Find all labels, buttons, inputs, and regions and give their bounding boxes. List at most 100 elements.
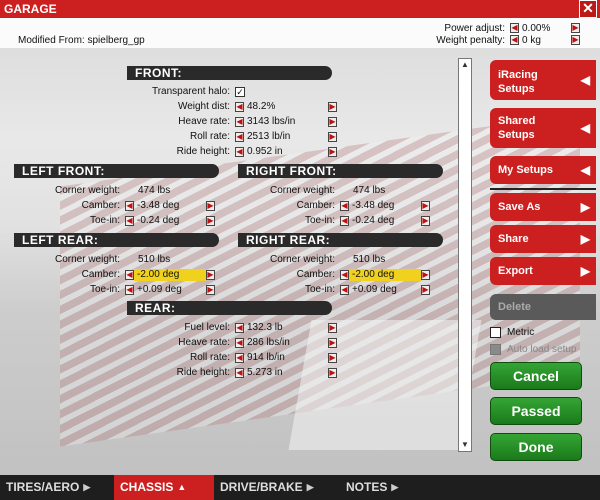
save-as-arrow-icon: ▶ <box>580 200 590 214</box>
rear-roll-rate-label: Roll rate: <box>189 352 230 363</box>
tab-chassis-arrow-icon: ▲ <box>177 482 187 492</box>
rf-camber-decrease-icon[interactable]: ◀ <box>340 200 349 211</box>
lf-camber-row: Camber: ◀ -3.48 deg ▶ <box>10 199 215 212</box>
front-ride-height-label: Ride height: <box>176 146 230 157</box>
my-setups-arrow-icon: ◀ <box>580 163 590 177</box>
weight-penalty-decrease-icon[interactable]: ◀ <box>510 35 519 45</box>
power-adjust-decrease-icon[interactable]: ◀ <box>510 23 519 33</box>
rf-toe-in-increase-icon[interactable]: ▶ <box>421 215 430 226</box>
my-setups-button[interactable]: My Setups ◀ <box>490 156 596 184</box>
setup-scrollbar[interactable]: ▲ ▼ <box>458 58 472 452</box>
front-heave-rate-row: Heave rate: ◀ 3143 lbs/in ▶ <box>120 115 337 128</box>
share-label: Share <box>498 233 529 245</box>
tab-notes[interactable]: NOTES ▶ <box>340 475 422 500</box>
tab-tires-aero-arrow-icon: ▶ <box>83 482 91 492</box>
rear-ride-height-decrease-icon[interactable]: ◀ <box>235 367 244 378</box>
right-rear-header: RIGHT REAR: <box>238 233 443 247</box>
close-button[interactable]: ✕ <box>579 0 597 18</box>
tab-tires-aero[interactable]: TIRES/AERO ▶ <box>0 475 114 500</box>
tab-chassis[interactable]: CHASSIS ▲ <box>114 475 214 500</box>
transparent-halo-row: Transparent halo: ✓ <box>120 85 245 98</box>
rear-heave-rate-value: 286 lbs/in <box>247 336 290 348</box>
lr-camber-label: Camber: <box>81 269 120 280</box>
rear-heave-rate-label: Heave rate: <box>178 337 230 348</box>
front-header: FRONT: <box>127 66 332 80</box>
lr-camber-value: -2.00 deg <box>134 268 206 281</box>
front-heave-rate-decrease-icon[interactable]: ◀ <box>235 116 244 127</box>
rear-heave-rate-increase-icon[interactable]: ▶ <box>328 337 337 348</box>
fuel-level-increase-icon[interactable]: ▶ <box>328 322 337 333</box>
cancel-button[interactable]: Cancel <box>490 362 582 390</box>
rf-camber-row: Camber: ◀ -3.48 deg ▶ <box>225 199 430 212</box>
rr-camber-row: Camber: ◀ -2.00 deg ▶ <box>225 268 430 281</box>
front-heave-rate-label: Heave rate: <box>178 116 230 127</box>
lf-toe-in-increase-icon[interactable]: ▶ <box>206 215 215 226</box>
fuel-level-label: Fuel level: <box>184 322 230 333</box>
rr-camber-decrease-icon[interactable]: ◀ <box>340 269 349 280</box>
rr-toe-in-increase-icon[interactable]: ▶ <box>421 284 430 295</box>
rf-camber-increase-icon[interactable]: ▶ <box>421 200 430 211</box>
lf-corner-weight-row: Corner weight: 474 lbs <box>10 184 173 197</box>
share-button[interactable]: Share ▶ <box>490 225 596 253</box>
front-heave-rate-increase-icon[interactable]: ▶ <box>328 116 337 127</box>
passed-button[interactable]: Passed <box>490 397 582 425</box>
rf-toe-in-row: Toe-in: ◀ -0.24 deg ▶ <box>225 214 430 227</box>
lr-camber-decrease-icon[interactable]: ◀ <box>125 269 134 280</box>
weight-penalty-increase-icon[interactable]: ▶ <box>571 35 580 45</box>
car-adjustments: Power adjust: ◀ 0.00% ▶ Weight penalty: … <box>395 22 580 46</box>
metric-checkbox[interactable] <box>490 327 501 338</box>
scroll-up-icon[interactable]: ▲ <box>459 59 471 71</box>
left-front-header: LEFT FRONT: <box>14 164 219 178</box>
rf-camber-value: -3.48 deg <box>352 199 395 211</box>
weight-dist-increase-icon[interactable]: ▶ <box>328 101 337 112</box>
export-button[interactable]: Export ▶ <box>490 257 596 285</box>
rear-ride-height-value: 5.273 in <box>247 366 283 378</box>
front-ride-height-increase-icon[interactable]: ▶ <box>328 146 337 157</box>
rr-toe-in-decrease-icon[interactable]: ◀ <box>340 284 349 295</box>
lr-camber-increase-icon[interactable]: ▶ <box>206 269 215 280</box>
transparent-halo-label: Transparent halo: <box>151 86 230 97</box>
front-roll-rate-decrease-icon[interactable]: ◀ <box>235 131 244 142</box>
front-ride-height-value: 0.952 in <box>247 145 283 157</box>
fuel-level-decrease-icon[interactable]: ◀ <box>235 322 244 333</box>
done-button[interactable]: Done <box>490 433 582 461</box>
tab-drive-brake-arrow-icon: ▶ <box>306 482 314 492</box>
rf-camber-label: Camber: <box>296 200 335 211</box>
save-as-button[interactable]: Save As ▶ <box>490 193 596 221</box>
lr-corner-weight-row: Corner weight: 510 lbs <box>10 253 173 266</box>
export-label: Export <box>498 265 533 277</box>
weight-dist-value: 48.2% <box>247 100 276 112</box>
rr-camber-value: -2.00 deg <box>349 268 421 281</box>
tab-drive-brake-label: DRIVE/BRAKE <box>220 480 303 494</box>
lf-camber-increase-icon[interactable]: ▶ <box>206 200 215 211</box>
delete-label: Delete <box>498 301 532 313</box>
lr-toe-in-decrease-icon[interactable]: ◀ <box>125 284 134 295</box>
rr-camber-increase-icon[interactable]: ▶ <box>421 269 430 280</box>
rr-corner-weight-label: Corner weight: <box>269 254 335 265</box>
power-adjust-increase-icon[interactable]: ▶ <box>571 23 580 33</box>
lr-toe-in-increase-icon[interactable]: ▶ <box>206 284 215 295</box>
iracing-setups-button[interactable]: iRacing Setups ◀ <box>490 60 596 100</box>
scroll-down-icon[interactable]: ▼ <box>459 439 471 451</box>
rr-corner-weight-value: 510 lbs <box>353 253 386 265</box>
tab-drive-brake[interactable]: DRIVE/BRAKE ▶ <box>214 475 340 500</box>
lf-toe-in-decrease-icon[interactable]: ◀ <box>125 215 134 226</box>
rear-heave-rate-decrease-icon[interactable]: ◀ <box>235 337 244 348</box>
tab-notes-arrow-icon: ▶ <box>391 482 399 492</box>
front-roll-rate-label: Roll rate: <box>189 131 230 142</box>
transparent-halo-checkbox[interactable]: ✓ <box>235 86 245 97</box>
front-roll-rate-row: Roll rate: ◀ 2513 lb/in ▶ <box>120 130 337 143</box>
front-roll-rate-increase-icon[interactable]: ▶ <box>328 131 337 142</box>
metric-option[interactable]: Metric <box>490 327 534 338</box>
rf-corner-weight-label: Corner weight: <box>269 185 335 196</box>
lf-camber-decrease-icon[interactable]: ◀ <box>125 200 134 211</box>
rear-ride-height-increase-icon[interactable]: ▶ <box>328 367 337 378</box>
front-ride-height-decrease-icon[interactable]: ◀ <box>235 146 244 157</box>
rear-roll-rate-increase-icon[interactable]: ▶ <box>328 352 337 363</box>
front-roll-rate-value: 2513 lb/in <box>247 130 291 142</box>
lr-toe-in-value: +0.09 deg <box>137 283 182 295</box>
rf-toe-in-decrease-icon[interactable]: ◀ <box>340 215 349 226</box>
rear-roll-rate-decrease-icon[interactable]: ◀ <box>235 352 244 363</box>
shared-setups-button[interactable]: Shared Setups ◀ <box>490 108 596 148</box>
weight-dist-decrease-icon[interactable]: ◀ <box>235 101 244 112</box>
